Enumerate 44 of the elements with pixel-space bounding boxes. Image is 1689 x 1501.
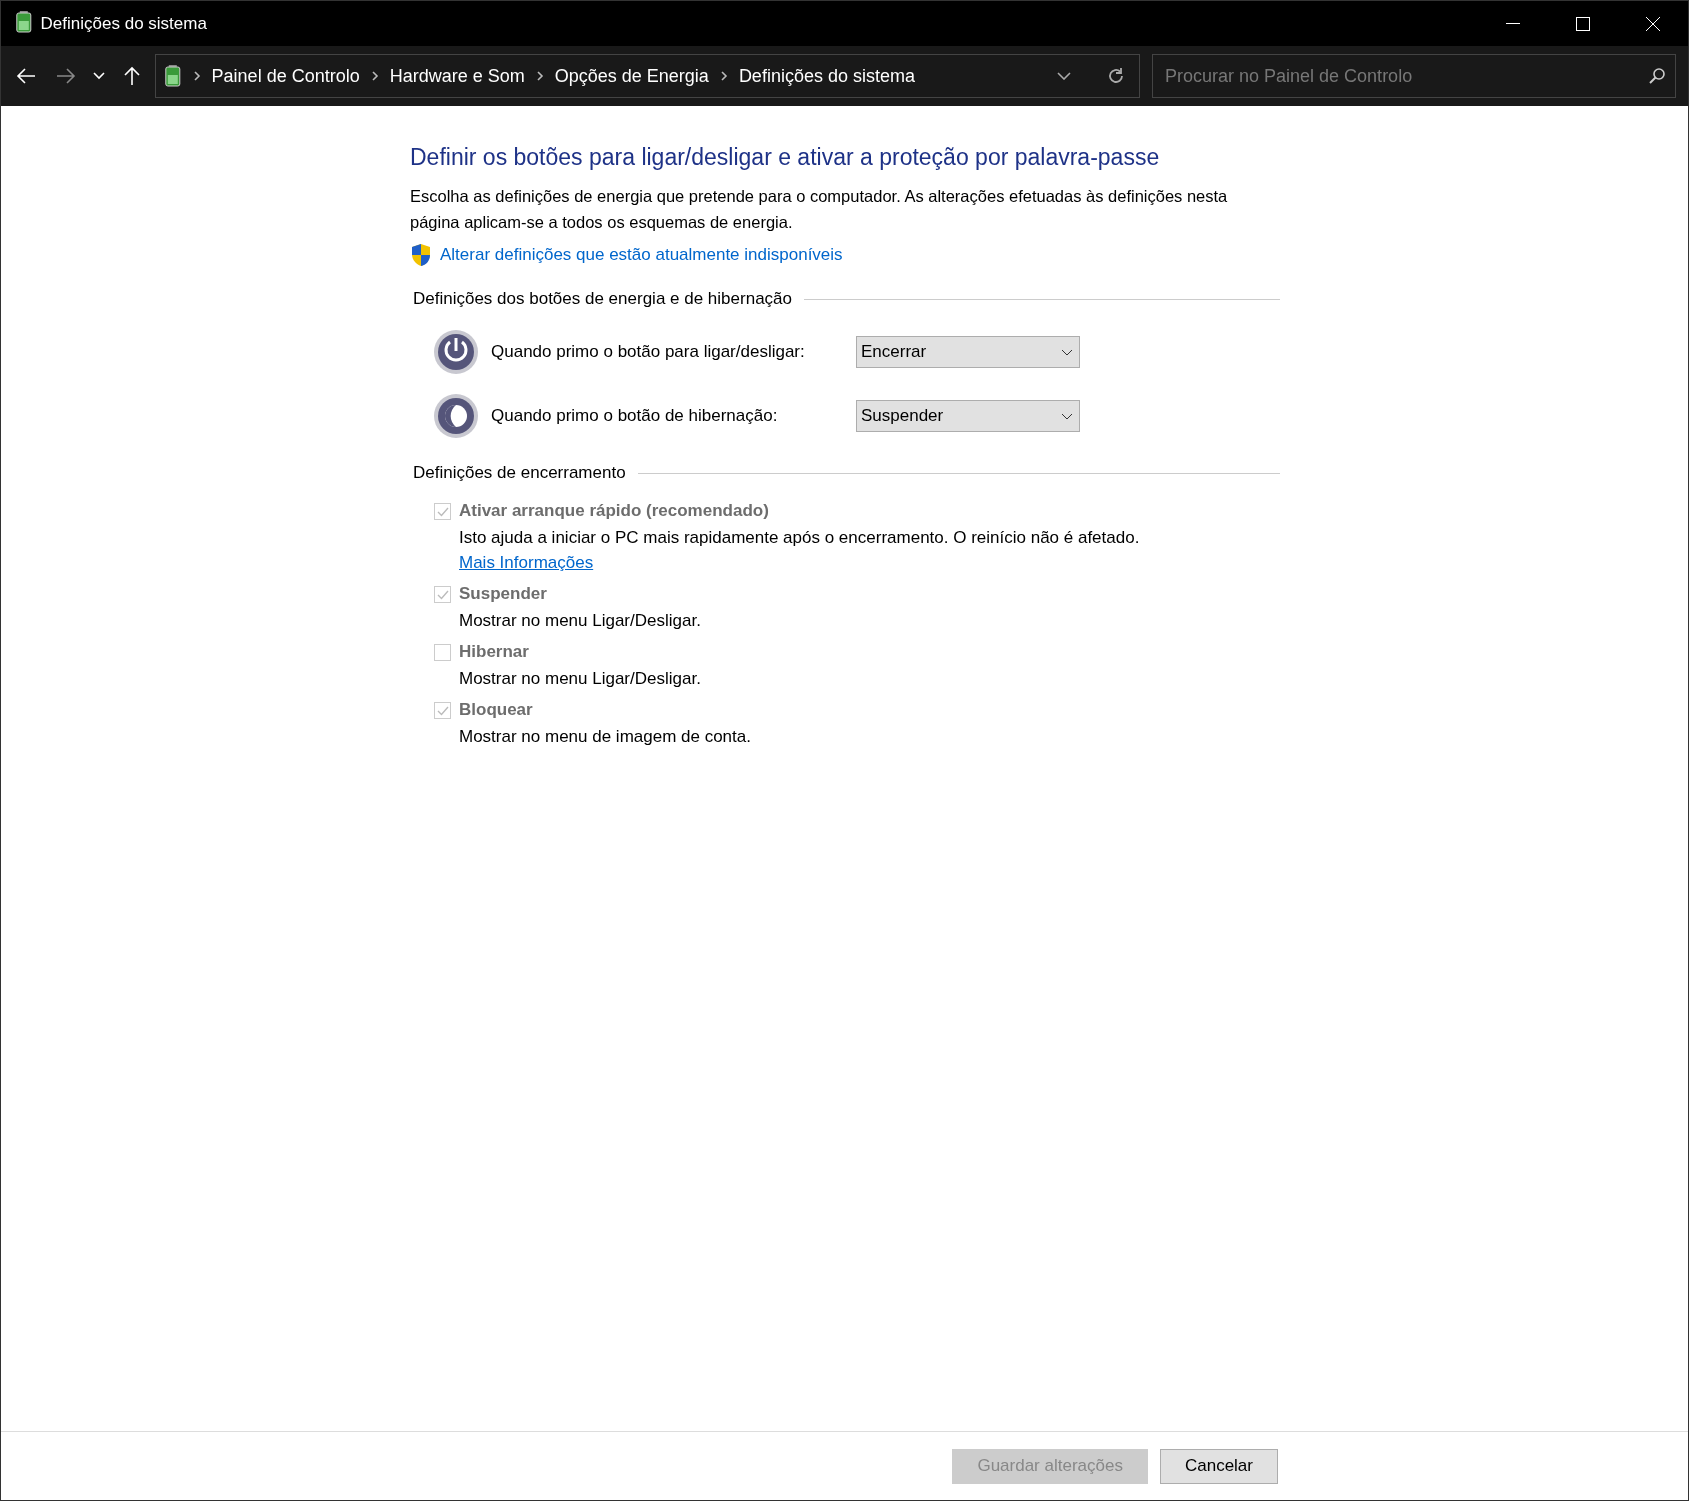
dropdown-icon[interactable] — [1057, 72, 1071, 80]
breadcrumb[interactable]: Opções de Energia — [554, 65, 709, 87]
chevron-right-icon — [534, 70, 545, 82]
window-title: Definições do sistema — [40, 13, 208, 34]
option-label: Hibernar — [459, 641, 530, 663]
admin-settings-link[interactable]: Alterar definições que estão atualmente indisponíveis — [440, 245, 843, 265]
option-description: Mostrar no menu de imagem de conta. — [459, 726, 752, 748]
chevron-right-icon — [718, 70, 729, 82]
refresh-icon[interactable] — [1107, 67, 1125, 85]
option-description: Mostrar no menu Ligar/Desligar. — [459, 610, 702, 632]
arrow-left-icon — [16, 68, 36, 84]
chevron-right-icon — [191, 70, 202, 82]
breadcrumb[interactable]: Definições do sistema — [738, 65, 915, 87]
arrow-up-icon — [124, 66, 140, 86]
chevron-down-icon — [1061, 348, 1073, 356]
action-dropdown[interactable]: Encerrar — [856, 336, 1080, 368]
option-description: Isto ajuda a iniciar o PC mais rapidamente após o encerramento. O reinício não é afetado. Mais Informações — [459, 527, 1141, 574]
setting-label: Quando primo o botão de hibernação: — [491, 406, 779, 426]
search-icon — [1649, 68, 1665, 84]
action-dropdown[interactable]: Suspender — [856, 400, 1080, 432]
battery-icon — [164, 65, 182, 87]
section-title: Definições dos botões de energia e de hibernação — [413, 289, 792, 309]
option-label: Bloquear — [459, 699, 534, 721]
battery-icon — [15, 10, 33, 33]
option-label: Suspender — [459, 583, 548, 605]
page-heading: Definir os botões para ligar/desligar e ativar a proteção por palavra-passe — [410, 144, 1161, 171]
option-description: Mostrar no menu Ligar/Desligar. — [459, 668, 702, 690]
arrow-right-icon — [56, 68, 76, 84]
cancel-button[interactable]: Cancelar — [1159, 1448, 1278, 1484]
section-title: Definições de encerramento — [413, 463, 626, 483]
breadcrumb[interactable]: Painel de Controlo — [211, 65, 360, 87]
breadcrumb[interactable]: Hardware e Som — [389, 65, 525, 87]
search-field[interactable]: Procurar no Painel de Controlo — [1152, 54, 1676, 98]
chevron-down-icon — [93, 72, 105, 80]
power-button-icon — [433, 329, 479, 375]
setting-label: Quando primo o botão para ligar/desligar: — [491, 342, 806, 362]
option-label: Ativar arranque rápido (recomendado) — [459, 500, 770, 522]
chevron-right-icon — [369, 70, 380, 82]
intro-text: Escolha as definições de energia que pretende para o computador. As alterações efetuadas às definições nesta página aplicam-se a todos os esquemas de energia. — [410, 186, 1229, 233]
shield-icon — [410, 243, 432, 267]
chevron-down-icon — [1061, 412, 1073, 420]
sleep-button-icon — [433, 393, 479, 439]
search-input[interactable]: Procurar no Painel de Controlo — [1163, 64, 1649, 88]
address-bar[interactable]: Painel de Controlo Hardware e Som Opções de Energia Definições do sistema — [155, 54, 1140, 98]
